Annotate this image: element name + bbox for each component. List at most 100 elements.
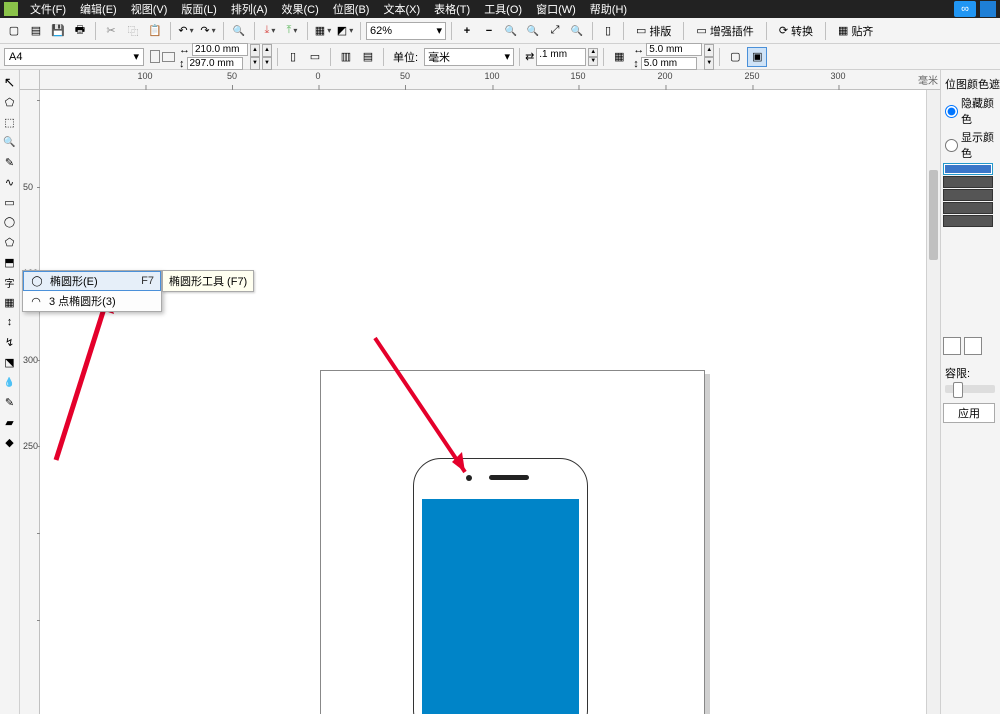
rectangle-tool[interactable] <box>1 193 19 211</box>
eyedropper-tool[interactable] <box>1 373 19 391</box>
convert-btn[interactable]: ⟳转换 <box>772 21 820 41</box>
hide-color-radio[interactable]: 隐藏颜色 <box>943 94 998 128</box>
phone-shape[interactable] <box>413 458 588 714</box>
show-color-input[interactable] <box>945 139 958 152</box>
menu-table[interactable]: 表格(T) <box>428 0 476 18</box>
zoom-tool-2[interactable] <box>479 21 499 41</box>
connector-tool[interactable]: ↯ <box>1 333 19 351</box>
menu-tools[interactable]: 工具(O) <box>478 0 528 18</box>
all-pages-button[interactable]: ▥ <box>336 47 356 67</box>
zoom-tool-6[interactable] <box>567 21 587 41</box>
outline-tool[interactable]: ✎ <box>1 393 19 411</box>
shape-edit-tool[interactable] <box>1 93 19 111</box>
dup-dist-button[interactable]: ▦ <box>609 47 629 67</box>
flyout-3pt-ellipse[interactable]: 3 点椭圆形(3) <box>23 291 161 311</box>
orient-landscape-button[interactable]: ▭ <box>305 47 325 67</box>
zoom-combo[interactable]: 62%▾ <box>366 22 446 40</box>
eyedropper-swatch[interactable] <box>943 337 961 355</box>
crop-tool[interactable] <box>1 113 19 131</box>
ellipse-tool[interactable] <box>1 213 19 231</box>
extension-button[interactable] <box>980 1 996 17</box>
menu-edit[interactable]: 编辑(E) <box>74 0 123 18</box>
pick-tool[interactable] <box>1 73 19 91</box>
canvas[interactable] <box>40 90 940 714</box>
apply-button[interactable]: 应用 <box>943 403 995 423</box>
flyout-ellipse[interactable]: 椭圆形(E) F7 <box>23 271 161 291</box>
landscape-icon[interactable] <box>162 52 175 62</box>
hide-color-input[interactable] <box>945 105 958 118</box>
mask-swatch-1[interactable] <box>943 163 993 175</box>
dimension-tool[interactable]: ↕ <box>1 313 19 331</box>
menu-effects[interactable]: 效果(C) <box>276 0 325 18</box>
dup-y[interactable]: 5.0 mm <box>641 57 697 70</box>
page-size-spinner-2[interactable]: ▲▼ <box>262 44 272 70</box>
print-button[interactable] <box>70 21 90 41</box>
mask-swatch-5[interactable] <box>943 215 993 227</box>
fill-tool[interactable] <box>1 413 19 431</box>
horizontal-ruler[interactable]: 毫米 10050050100150200250300 <box>40 70 940 90</box>
interactive-tool[interactable]: ⬔ <box>1 353 19 371</box>
mask-swatch-2[interactable] <box>943 176 993 188</box>
polygon-tool[interactable] <box>1 233 19 251</box>
page-size-spinner[interactable]: ▲▼ <box>250 44 260 70</box>
menu-file[interactable]: 文件(F) <box>24 0 72 18</box>
export-button[interactable]: ⤒▾ <box>282 21 302 41</box>
search-button[interactable] <box>229 21 249 41</box>
ruler-toggle[interactable]: ▯ <box>598 21 618 41</box>
copy-button[interactable] <box>123 21 143 41</box>
paste-button[interactable] <box>145 21 165 41</box>
vertical-scrollbar[interactable] <box>926 90 940 714</box>
menu-text[interactable]: 文本(X) <box>377 0 426 18</box>
menu-bitmaps[interactable]: 位图(B) <box>327 0 376 18</box>
basic-shape-tool[interactable]: ⬒ <box>1 253 19 271</box>
mask-swatch-4[interactable] <box>943 202 993 214</box>
menu-window[interactable]: 窗口(W) <box>530 0 582 18</box>
freehand-tool[interactable] <box>1 153 19 171</box>
cut-button[interactable] <box>101 21 121 41</box>
nudge-input[interactable]: .1 mm <box>536 48 586 66</box>
orient-portrait-button[interactable]: ▯ <box>283 47 303 67</box>
snap-btn[interactable]: ▦贴齐 <box>831 21 880 41</box>
current-page-button[interactable]: ▤ <box>358 47 378 67</box>
portrait-icon[interactable] <box>150 50 160 63</box>
cloud-icon[interactable]: ∞ <box>954 1 976 17</box>
zoom-tool-1[interactable] <box>457 21 477 41</box>
undo-button[interactable]: ▾ <box>176 21 196 41</box>
new-button[interactable] <box>4 21 24 41</box>
save-button[interactable] <box>48 21 68 41</box>
ruler-origin[interactable] <box>20 70 40 90</box>
menu-help[interactable]: 帮助(H) <box>584 0 633 18</box>
dup-spinner[interactable]: ▲▼ <box>704 44 714 70</box>
welcome-button[interactable]: ◩▾ <box>335 21 355 41</box>
redo-button[interactable]: ▾ <box>198 21 218 41</box>
page-width[interactable]: 210.0 mm <box>192 43 248 56</box>
plugin-btn[interactable]: ▭增强插件 <box>689 21 760 41</box>
zoom-tool-4[interactable] <box>523 21 543 41</box>
menu-arrange[interactable]: 排列(A) <box>225 0 274 18</box>
smart-draw-tool[interactable] <box>1 173 19 191</box>
vertical-ruler[interactable]: 50100300250 <box>20 90 40 714</box>
interactive-fill-tool[interactable]: ◆ <box>1 433 19 451</box>
page-preset-combo[interactable]: A4▾ <box>4 48 144 66</box>
page-height[interactable]: 297.0 mm <box>187 57 243 70</box>
nudge-spinner[interactable]: ▲▼ <box>588 48 598 66</box>
open-button[interactable] <box>26 21 46 41</box>
menu-view[interactable]: 视图(V) <box>125 0 174 18</box>
menu-layout[interactable]: 版面(L) <box>175 0 222 18</box>
show-color-radio[interactable]: 显示颜色 <box>943 128 998 162</box>
zoom-tool-5[interactable] <box>545 21 565 41</box>
import-button[interactable]: ⤓▾ <box>260 21 280 41</box>
tolerance-slider[interactable] <box>945 385 995 393</box>
table-tool[interactable] <box>1 293 19 311</box>
edit-swatch[interactable] <box>964 337 982 355</box>
scrollbar-thumb[interactable] <box>929 170 938 260</box>
zoom-tool-3[interactable] <box>501 21 521 41</box>
app-launcher-button[interactable]: ▦▾ <box>313 21 333 41</box>
treat-as-filled[interactable]: ▢ <box>725 47 745 67</box>
layout-btn[interactable]: ▭排版 <box>629 21 678 41</box>
unit-combo[interactable]: 毫米▾ <box>424 48 514 66</box>
text-tool[interactable] <box>1 273 19 291</box>
dup-x[interactable]: 5.0 mm <box>646 43 702 56</box>
mask-swatch-3[interactable] <box>943 189 993 201</box>
treat-alt[interactable]: ▣ <box>747 47 767 67</box>
